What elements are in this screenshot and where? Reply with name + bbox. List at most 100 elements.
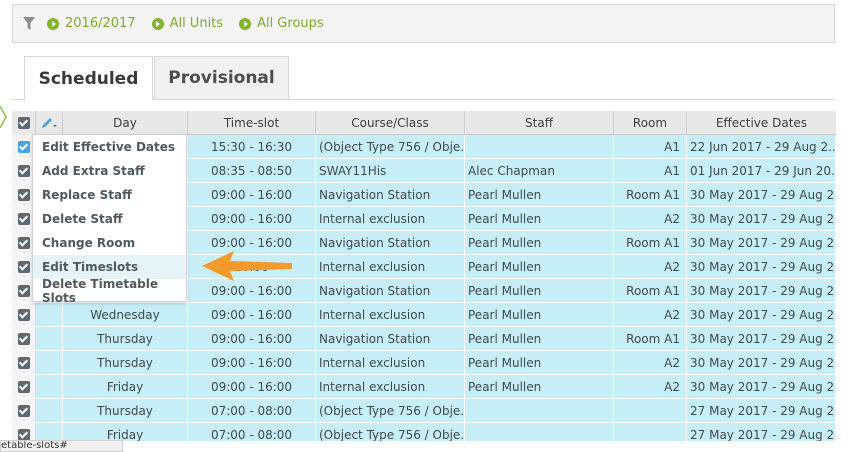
menu-item-replace-staff[interactable]: Replace Staff xyxy=(33,183,186,207)
cell-timeslot: 09:00 - 16:00 xyxy=(188,375,316,398)
row-checkbox-cell[interactable] xyxy=(12,399,36,422)
row-checkbox-cell[interactable] xyxy=(12,375,36,398)
cell-staff: Pearl Mullen xyxy=(465,351,614,374)
cell-timeslot: 07:00 - 08:00 xyxy=(188,399,316,422)
column-staff[interactable]: Staff xyxy=(465,111,614,135)
row-checkbox-cell[interactable] xyxy=(12,327,36,350)
row-checkbox-cell[interactable] xyxy=(12,423,36,441)
row-checkbox[interactable] xyxy=(17,140,30,153)
row-checkbox[interactable] xyxy=(17,332,30,345)
table-row[interactable]: Thursday 09:00 - 16:00 Internal exclusion P… xyxy=(12,351,836,375)
cell-staff xyxy=(465,135,614,158)
row-checkbox[interactable] xyxy=(17,212,30,225)
row-checkbox[interactable] xyxy=(17,404,30,417)
cell-dates: 30 May 2017 - 29 Aug 2... xyxy=(687,279,836,302)
cell-day: Thursday xyxy=(63,399,188,422)
cell-staff: Pearl Mullen xyxy=(465,207,614,230)
row-checkbox-cell[interactable] xyxy=(12,303,36,326)
cell-room: Room A1 xyxy=(614,327,687,350)
row-edit-cell xyxy=(36,303,63,326)
cell-dates: 27 May 2017 - 29 Aug 2... xyxy=(687,399,836,422)
table-row[interactable]: Wednesday 09:00 - 16:00 Internal exclusion… xyxy=(12,303,836,327)
cell-timeslot: 09:00 - 16:00 xyxy=(188,327,316,350)
cell-dates: 30 May 2017 - 29 Aug 2... xyxy=(687,375,836,398)
cell-timeslot: 15:30 - 16:30 xyxy=(188,135,316,158)
tab-scheduled[interactable]: Scheduled xyxy=(24,56,153,101)
menu-item-change-room[interactable]: Change Room xyxy=(33,231,186,255)
cell-day: Thursday xyxy=(63,327,188,350)
cell-dates: 30 May 2017 - 29 Aug 2... xyxy=(687,303,836,326)
row-checkbox[interactable] xyxy=(17,260,30,273)
row-checkbox[interactable] xyxy=(17,284,30,297)
expand-handle-icon[interactable] xyxy=(0,106,7,128)
cell-room: A1 xyxy=(614,159,687,182)
row-checkbox[interactable] xyxy=(17,428,30,441)
table-row[interactable]: Thursday 07:00 - 08:00 (Object Type 756 / … xyxy=(12,399,836,423)
cell-timeslot: 09:00 - 16:00 xyxy=(188,183,316,206)
units-filter[interactable]: All Units xyxy=(151,16,224,31)
cell-course: Internal exclusion xyxy=(316,207,465,230)
groups-filter-label: All Groups xyxy=(257,16,324,31)
cell-timeslot: 09:00 - 16:00 xyxy=(188,351,316,374)
column-timeslot[interactable]: Time-slot xyxy=(188,111,316,135)
cell-room: Room A1 xyxy=(614,183,687,206)
column-room[interactable]: Room xyxy=(614,111,687,135)
row-checkbox[interactable] xyxy=(17,356,30,369)
row-checkbox[interactable] xyxy=(17,308,30,321)
row-checkbox[interactable] xyxy=(17,236,30,249)
menu-item-delete-timetable-slots[interactable]: Delete Timetable Slots xyxy=(33,277,186,305)
menu-item-edit-timeslots[interactable]: Edit Timeslots xyxy=(33,255,186,279)
cell-staff: Pearl Mullen xyxy=(465,231,614,254)
cell-room: A2 xyxy=(614,207,687,230)
select-all-checkbox[interactable] xyxy=(17,117,30,129)
row-checkbox[interactable] xyxy=(17,164,30,177)
menu-item-edit-effective-dates[interactable]: Edit Effective Dates xyxy=(33,135,186,159)
cell-course: (Object Type 756 / Obje... xyxy=(316,135,465,158)
cell-timeslot: 09:00 - 16:00 xyxy=(188,207,316,230)
table-row[interactable]: Friday 09:00 - 16:00 Internal exclusion Pea… xyxy=(12,375,836,399)
cell-room: A1 xyxy=(614,135,687,158)
cell-dates: 30 May 2017 - 29 Aug 2... xyxy=(687,255,836,278)
year-filter[interactable]: 2016/2017 xyxy=(47,16,136,31)
cell-staff xyxy=(465,399,614,422)
filter-icon[interactable] xyxy=(23,16,35,31)
cell-dates: 30 May 2017 - 29 Aug 2... xyxy=(687,351,836,374)
play-circle-icon xyxy=(151,17,164,30)
table-row[interactable]: Thursday 09:00 - 16:00 Navigation Station P… xyxy=(12,327,836,351)
cell-room: Room A1 xyxy=(614,231,687,254)
status-url: etable-slots# xyxy=(0,440,123,452)
play-circle-icon xyxy=(239,17,252,30)
row-checkbox[interactable] xyxy=(17,380,30,393)
cell-timeslot: 08:35 - 08:50 xyxy=(188,159,316,182)
cell-staff: Pearl Mullen xyxy=(465,375,614,398)
cell-staff: Pearl Mullen xyxy=(465,183,614,206)
year-filter-label: 2016/2017 xyxy=(65,16,136,31)
bulk-actions-menu: Edit Effective Dates Add Extra Staff Rep… xyxy=(32,134,187,305)
cell-course: SWAY11His xyxy=(316,159,465,182)
units-filter-label: All Units xyxy=(169,16,224,31)
cell-room xyxy=(614,423,687,441)
cell-day: Friday xyxy=(63,375,188,398)
cell-course: (Object Type 756 / Obje... xyxy=(316,423,465,441)
cell-dates: 30 May 2017 - 29 Aug 2... xyxy=(687,183,836,206)
cell-room: A2 xyxy=(614,255,687,278)
groups-filter[interactable]: All Groups xyxy=(239,16,324,31)
cell-staff: Pearl Mullen xyxy=(465,255,614,278)
cell-staff: Pearl Mullen xyxy=(465,279,614,302)
menu-item-delete-staff[interactable]: Delete Staff xyxy=(33,207,186,231)
cell-course: Internal exclusion xyxy=(316,303,465,326)
row-checkbox[interactable] xyxy=(17,188,30,201)
bulk-edit-menu-button[interactable] xyxy=(36,111,63,135)
tab-provisional[interactable]: Provisional xyxy=(154,56,289,100)
select-all-cell[interactable] xyxy=(12,111,36,135)
cell-room: Room A1 xyxy=(614,279,687,302)
column-course[interactable]: Course/Class xyxy=(316,111,465,135)
row-checkbox-cell[interactable] xyxy=(12,351,36,374)
column-day[interactable]: Day xyxy=(63,111,188,135)
column-dates[interactable]: Effective Dates xyxy=(687,111,836,135)
row-edit-cell xyxy=(36,351,63,374)
table-row[interactable]: Friday 07:00 - 08:00 (Object Type 756 / Ob… xyxy=(12,423,836,441)
menu-item-add-extra-staff[interactable]: Add Extra Staff xyxy=(33,159,186,183)
grid-header: Day Time-slot Course/Class Staff Room Ef… xyxy=(12,111,836,135)
cell-staff: Pearl Mullen xyxy=(465,327,614,350)
